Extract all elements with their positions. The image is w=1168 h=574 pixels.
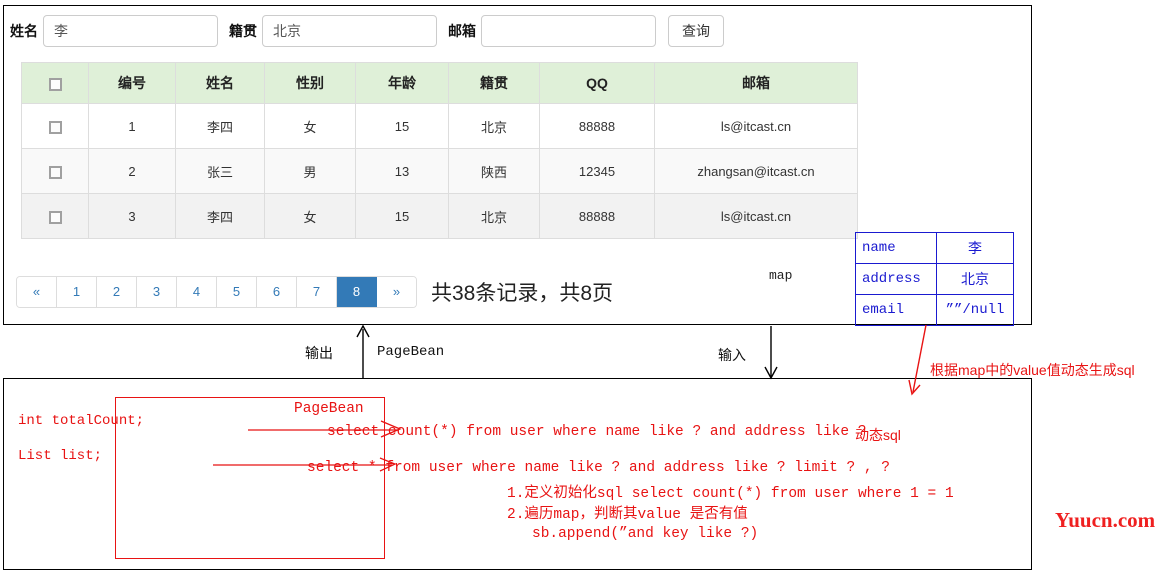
table-row[interactable]: 1 李四 女 15 北京 88888 ls@itcast.cn — [22, 104, 858, 149]
search-input-email[interactable] — [481, 15, 656, 47]
field-totalcount: int totalCount; — [18, 413, 144, 429]
cell-age: 13 — [356, 149, 449, 194]
page-prev[interactable]: « — [17, 277, 57, 307]
row-checkbox-cell — [22, 104, 89, 149]
cell-address: 北京 — [449, 194, 540, 239]
user-table: 编号 姓名 性别 年龄 籍贯 QQ 邮箱 1 李四 女 15 北京 88888 … — [21, 62, 858, 239]
table-head: 编号 姓名 性别 年龄 籍贯 QQ 邮箱 — [22, 63, 858, 104]
cell-email: ls@itcast.cn — [655, 194, 858, 239]
map-val-name: 李 — [937, 233, 1014, 264]
dynamic-sql-label: 动态sql — [855, 425, 901, 445]
row-checkbox[interactable] — [49, 121, 62, 134]
page-6[interactable]: 6 — [257, 277, 297, 307]
step-3: sb.append(”and key like ?) — [532, 524, 758, 545]
step-1: 1.定义初始化sql select count(*) from user whe… — [507, 484, 954, 505]
cell-id: 2 — [89, 149, 176, 194]
results-panel: 姓名 籍贯 邮箱 查询 编号 姓名 性别 年龄 籍贯 QQ 邮箱 — [3, 5, 1032, 325]
address-label: 籍贯 — [227, 21, 259, 41]
search-input-address[interactable] — [262, 15, 437, 47]
output-arrow — [357, 326, 369, 378]
map-val-email: ””/null — [937, 295, 1014, 326]
header-name: 姓名 — [176, 63, 265, 104]
map-key-name: name — [856, 233, 937, 264]
cell-qq: 88888 — [540, 194, 655, 239]
cell-email: ls@itcast.cn — [655, 104, 858, 149]
header-age: 年龄 — [356, 63, 449, 104]
page-4[interactable]: 4 — [177, 277, 217, 307]
page-3[interactable]: 3 — [137, 277, 177, 307]
watermark: Yuucn.com — [1055, 508, 1155, 533]
output-label: 输出 — [305, 343, 333, 363]
input-arrow — [765, 326, 777, 378]
field-list: List list; — [18, 448, 102, 464]
cell-age: 15 — [356, 194, 449, 239]
map-key-email: email — [856, 295, 937, 326]
map-table-body: name 李 address 北京 email ””/null — [856, 233, 1014, 326]
cell-address: 陕西 — [449, 149, 540, 194]
header-address: 籍贯 — [449, 63, 540, 104]
cell-qq: 12345 — [540, 149, 655, 194]
pagebean-title: PageBean — [294, 401, 364, 417]
map-val-address: 北京 — [937, 264, 1014, 295]
cell-name: 李四 — [176, 194, 265, 239]
cell-name: 张三 — [176, 149, 265, 194]
header-qq: QQ — [540, 63, 655, 104]
header-id: 编号 — [89, 63, 176, 104]
cell-sex: 男 — [265, 149, 356, 194]
cell-email: zhangsan@itcast.cn — [655, 149, 858, 194]
map-row: name 李 — [856, 233, 1014, 264]
pagination: « 1 2 3 4 5 6 7 8 » — [16, 276, 417, 308]
table-header-row: 编号 姓名 性别 年龄 籍贯 QQ 邮箱 — [22, 63, 858, 104]
search-input-name[interactable] — [43, 15, 218, 47]
name-label: 姓名 — [8, 21, 40, 41]
page-2[interactable]: 2 — [97, 277, 137, 307]
header-select-all — [22, 63, 89, 104]
cell-age: 15 — [356, 104, 449, 149]
cell-sex: 女 — [265, 104, 356, 149]
table-body: 1 李四 女 15 北京 88888 ls@itcast.cn 2 张三 男 1… — [22, 104, 858, 239]
count-sql-text: select count(*) from user where name lik… — [327, 424, 867, 440]
output-type-label: PageBean — [377, 344, 444, 360]
map-key-address: address — [856, 264, 937, 295]
row-checkbox-cell — [22, 149, 89, 194]
cell-name: 李四 — [176, 104, 265, 149]
page-8[interactable]: 8 — [337, 277, 377, 307]
pagination-zone: « 1 2 3 4 5 6 7 8 » 共38条记录，共8页 — [16, 276, 613, 308]
map-caption: map — [769, 268, 792, 283]
cell-id: 3 — [89, 194, 176, 239]
list-sql-text: select * from user where name like ? and… — [307, 460, 890, 476]
row-checkbox[interactable] — [49, 166, 62, 179]
page-1[interactable]: 1 — [57, 277, 97, 307]
map-table: name 李 address 北京 email ””/null — [855, 232, 1014, 326]
map-row: email ””/null — [856, 295, 1014, 326]
table-row[interactable]: 2 张三 男 13 陕西 12345 zhangsan@itcast.cn — [22, 149, 858, 194]
pagebean-panel: int totalCount; List list; PageBean sele… — [3, 378, 1032, 570]
cell-id: 1 — [89, 104, 176, 149]
cell-address: 北京 — [449, 104, 540, 149]
cell-qq: 88888 — [540, 104, 655, 149]
search-submit-button[interactable]: 查询 — [668, 15, 724, 47]
pagination-summary: 共38条记录，共8页 — [431, 277, 613, 307]
step-2: 2.遍历map，判断其value 是否有值 — [507, 505, 748, 526]
row-checkbox[interactable] — [49, 211, 62, 224]
select-all-checkbox[interactable] — [49, 78, 62, 91]
map-row: address 北京 — [856, 264, 1014, 295]
page-7[interactable]: 7 — [297, 277, 337, 307]
header-email: 邮箱 — [655, 63, 858, 104]
table-row[interactable]: 3 李四 女 15 北京 88888 ls@itcast.cn — [22, 194, 858, 239]
page-next[interactable]: » — [377, 277, 416, 307]
page-5[interactable]: 5 — [217, 277, 257, 307]
map-dynamic-note: 根据map中的value值动态生成sql — [930, 360, 1135, 380]
row-checkbox-cell — [22, 194, 89, 239]
pagebean-class-box — [115, 397, 385, 559]
header-sex: 性别 — [265, 63, 356, 104]
email-label: 邮箱 — [446, 21, 478, 41]
cell-sex: 女 — [265, 194, 356, 239]
search-form: 姓名 籍贯 邮箱 查询 — [8, 12, 724, 50]
input-label: 输入 — [718, 345, 746, 365]
